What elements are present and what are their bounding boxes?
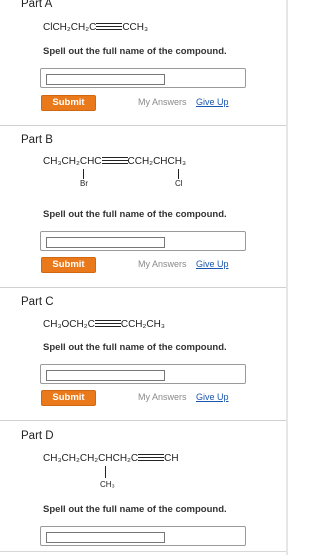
part-a-formula-left: ClCH₂CH₂C — [43, 22, 97, 33]
part-a-answer-field[interactable] — [40, 68, 246, 88]
triple-bond — [101, 156, 128, 164]
triple-bond — [96, 22, 123, 30]
part-d-formula-right: CH — [164, 453, 179, 464]
part-d-answer-field[interactable] — [40, 526, 246, 546]
part-a-my-answers-link[interactable]: My Answers — [138, 97, 187, 107]
part-b-submit-button[interactable]: Submit — [41, 257, 96, 273]
divider — [0, 287, 288, 288]
divider — [0, 420, 288, 421]
scrollbar-edge — [286, 0, 288, 555]
divider — [0, 551, 288, 552]
part-c-formula-left: CH₃OCH₂C — [43, 319, 95, 330]
part-b-answer-field[interactable] — [40, 231, 246, 251]
part-b-formula-left: CH₃CH₂CHC — [43, 156, 102, 167]
part-b-formula-right: CCH₂CHCH₃ — [127, 156, 187, 167]
part-b-answer-input[interactable] — [46, 237, 165, 248]
part-b-give-up-link[interactable]: Give Up — [196, 259, 229, 269]
part-d-answer-input[interactable] — [46, 532, 165, 543]
part-a-submit-button[interactable]: Submit — [41, 95, 96, 111]
bond-line — [105, 466, 106, 478]
part-d-methyl-substituent: CH₃ — [100, 480, 115, 489]
part-d-formula-left: CH₃CH₂CH₂CHCH₂C — [43, 453, 139, 464]
part-a-prompt: Spell out the full name of the compound. — [43, 46, 227, 57]
triple-bond — [94, 319, 121, 327]
part-c-formula-right: CCH₂CH₃ — [120, 319, 165, 330]
part-d-title: Part D — [21, 430, 54, 442]
part-d-prompt: Spell out the full name of the compound. — [43, 504, 227, 515]
bond-line — [83, 169, 84, 179]
part-a-formula-right: CCH₃ — [122, 22, 149, 33]
part-c-answer-input[interactable] — [46, 370, 165, 381]
part-b-br-substituent: Br — [80, 179, 88, 188]
triple-bond — [138, 453, 165, 461]
part-b-title: Part B — [21, 134, 53, 146]
part-d-formula: CH₃CH₂CH₂CHCH₂C CH — [43, 453, 179, 464]
part-b-formula: CH₃CH₂CHC CCH₂CHCH₃ — [43, 156, 186, 167]
part-b-prompt: Spell out the full name of the compound. — [43, 209, 227, 220]
part-a-formula: ClCH₂CH₂C CCH₃ — [43, 22, 148, 33]
part-c-answer-field[interactable] — [40, 364, 246, 384]
part-b-cl-substituent: Cl — [175, 179, 183, 188]
part-a-give-up-link[interactable]: Give Up — [196, 97, 229, 107]
part-b-my-answers-link[interactable]: My Answers — [138, 259, 187, 269]
part-c-formula: CH₃OCH₂C CCH₂CH₃ — [43, 319, 165, 330]
part-a-answer-input[interactable] — [46, 74, 165, 85]
bond-line — [178, 169, 179, 179]
part-c-submit-button[interactable]: Submit — [41, 390, 96, 406]
part-c-my-answers-link[interactable]: My Answers — [138, 392, 187, 402]
divider — [0, 125, 288, 126]
part-c-give-up-link[interactable]: Give Up — [196, 392, 229, 402]
part-c-prompt: Spell out the full name of the compound. — [43, 342, 227, 353]
part-c-title: Part C — [21, 296, 54, 308]
part-a-title: Part A — [21, 0, 53, 10]
